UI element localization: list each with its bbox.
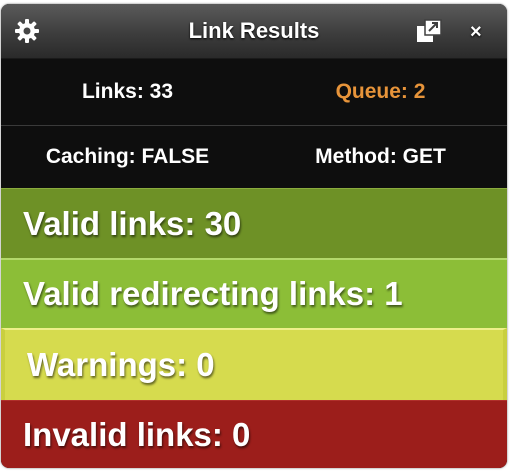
links-count: Links: 33: [81, 80, 174, 103]
title-bar: Link Results ×: [1, 4, 507, 59]
valid-redirecting-links-row[interactable]: Valid redirecting links: 1: [1, 258, 507, 328]
popout-icon[interactable]: [416, 19, 442, 43]
caching-status: Caching: FALSE: [45, 144, 210, 168]
close-icon[interactable]: ×: [470, 22, 482, 42]
valid-links-row[interactable]: Valid links: 30: [1, 188, 507, 258]
warnings-row[interactable]: Warnings: 0: [1, 328, 507, 400]
method-status: Method: GET: [315, 144, 446, 168]
stats-row-counts: Links: 33 Queue: 2: [1, 59, 507, 126]
stats-row-settings: Caching: FALSE Method: GET: [1, 126, 507, 187]
invalid-links-row[interactable]: Invalid links: 0: [1, 400, 507, 468]
link-results-panel: Link Results × Links: 33 Queue: 2 Cachin…: [1, 4, 507, 468]
queue-count: Queue: 2: [335, 80, 426, 103]
